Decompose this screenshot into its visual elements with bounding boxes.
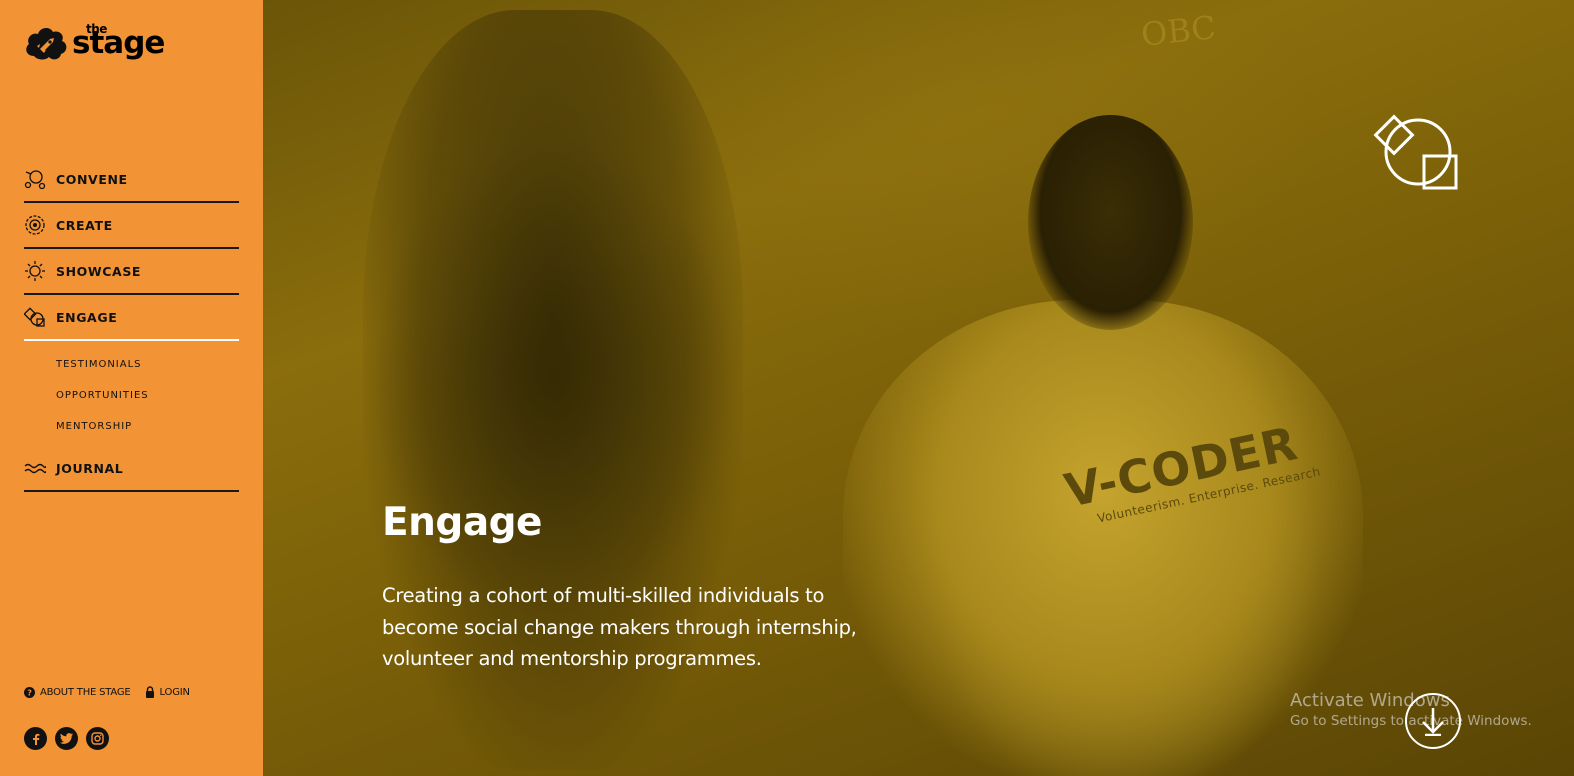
hero-photo-shirt [843,300,1363,776]
create-icon [24,214,46,236]
nav-item-journal[interactable]: JOURNAL [24,446,239,492]
nav-label: CONVENE [56,171,128,187]
nav-item-showcase[interactable]: SHOWCASE [24,249,239,295]
engage-large-icon [1373,114,1458,190]
convene-icon [24,168,46,190]
nav-item-convene[interactable]: CONVENE [24,157,239,203]
page-title: Engage [382,500,543,545]
hero-description: Creating a cohort of multi-skilled indiv… [382,584,857,670]
facebook-icon[interactable] [24,727,47,750]
twitter-icon[interactable] [55,727,78,750]
nav-item-engage[interactable]: ENGAGE [24,295,239,341]
subnav-item-mentorship[interactable]: MENTORSHIP [24,411,239,442]
rocket-cloud-logo-icon [26,28,67,60]
about-label: ABOUT THE STAGE [40,686,131,698]
journal-icon [24,457,46,479]
nav-label: CREATE [56,217,113,233]
logo-stage-text: stage [72,25,165,61]
subnav-item-testimonials[interactable]: TESTIMONIALS [24,349,239,380]
nav-label: JOURNAL [56,460,124,476]
instagram-icon[interactable] [86,727,109,750]
subnav-item-opportunities[interactable]: OPPORTUNITIES [24,380,239,411]
sidebar: the stage CONVENE CREATE SHOWCASE ENGAGE… [0,0,263,776]
nav-item-create[interactable]: CREATE [24,203,239,249]
engage-icon [24,306,46,328]
main-nav: CONVENE CREATE SHOWCASE ENGAGE TESTIMONI… [24,157,239,492]
showcase-icon [24,260,46,282]
svg-text:?: ? [27,688,32,697]
hero-section: OBC V-CODER Volunteerism. Enterprise. Re… [263,0,1574,776]
scroll-down-button[interactable] [1405,693,1461,749]
arrow-down-icon [1422,708,1444,736]
lock-icon [145,686,154,698]
logo[interactable]: the stage [24,22,184,66]
question-icon: ? [24,686,35,698]
about-link[interactable]: ? ABOUT THE STAGE [24,686,131,698]
nav-label: ENGAGE [56,309,118,325]
hero-photo-head [1028,115,1193,330]
login-link[interactable]: LOGIN [145,686,190,698]
login-label: LOGIN [159,686,190,698]
social-links [24,727,109,750]
nav-label: SHOWCASE [56,263,142,279]
engage-subnav: TESTIMONIALS OPPORTUNITIES MENTORSHIP [24,341,239,446]
footer-links: ? ABOUT THE STAGE LOGIN [24,686,190,698]
hero-photo-wall-text: OBC [1139,8,1218,54]
